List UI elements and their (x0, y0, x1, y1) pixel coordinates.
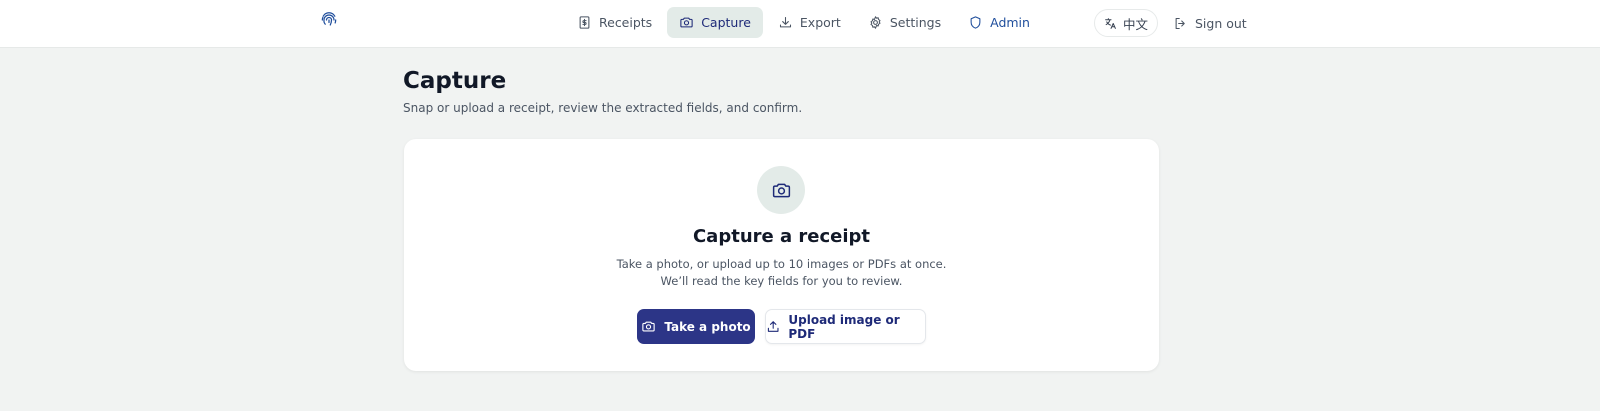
page-title: Capture (403, 68, 507, 94)
nav-receipts-label: Receipts (599, 15, 653, 30)
card-title: Capture a receipt (692, 226, 871, 247)
upload-icon (767, 321, 779, 332)
nav-capture-label: Capture (701, 15, 751, 30)
take-photo-label: Take a photo (664, 319, 751, 334)
camera-icon (642, 321, 656, 332)
sign-out-button[interactable]: Sign out (1173, 9, 1247, 37)
top-navigation-bar: Receipts Capture Export Settings Admin 中… (0, 0, 1600, 48)
nav-admin[interactable]: Admin (956, 7, 1042, 38)
main-nav: Receipts Capture Export Settings Admin (565, 7, 1045, 38)
nav-receipts[interactable]: Receipts (565, 7, 664, 38)
page-subtitle: Snap or upload a receipt, review the ext… (403, 101, 803, 115)
capture-card: Capture a receipt Take a photo, or uploa… (404, 139, 1159, 371)
receipt-icon (579, 16, 590, 29)
upload-label: Upload image or PDF (788, 312, 900, 341)
card-description: Take a photo, or upload up to 10 images … (404, 256, 1159, 290)
nav-admin-label: Admin (990, 15, 1030, 30)
translate-icon (1105, 17, 1116, 29)
sign-out-icon (1175, 17, 1185, 29)
language-label: 中文 (1122, 16, 1148, 32)
fingerprint-icon[interactable] (318, 9, 340, 31)
sign-out-label: Sign out (1195, 15, 1247, 31)
take-photo-button[interactable]: Take a photo (637, 309, 755, 344)
language-toggle[interactable]: 中文 (1094, 9, 1158, 37)
card-description-line-1: Take a photo, or upload up to 10 images … (616, 257, 947, 271)
nav-capture[interactable]: Capture (667, 7, 763, 38)
nav-settings-label: Settings (889, 15, 942, 30)
nav-export-label: Export (799, 15, 841, 30)
camera-icon (757, 166, 805, 214)
camera-icon (680, 17, 693, 28)
card-description-line-2: We’ll read the key fields for you to rev… (660, 274, 903, 288)
gear-icon (870, 16, 881, 29)
nav-export[interactable]: Export (766, 7, 853, 38)
upload-button[interactable]: Upload image or PDF (765, 309, 926, 344)
nav-settings[interactable]: Settings (856, 7, 953, 38)
shield-icon (970, 16, 981, 29)
download-icon (779, 16, 791, 28)
